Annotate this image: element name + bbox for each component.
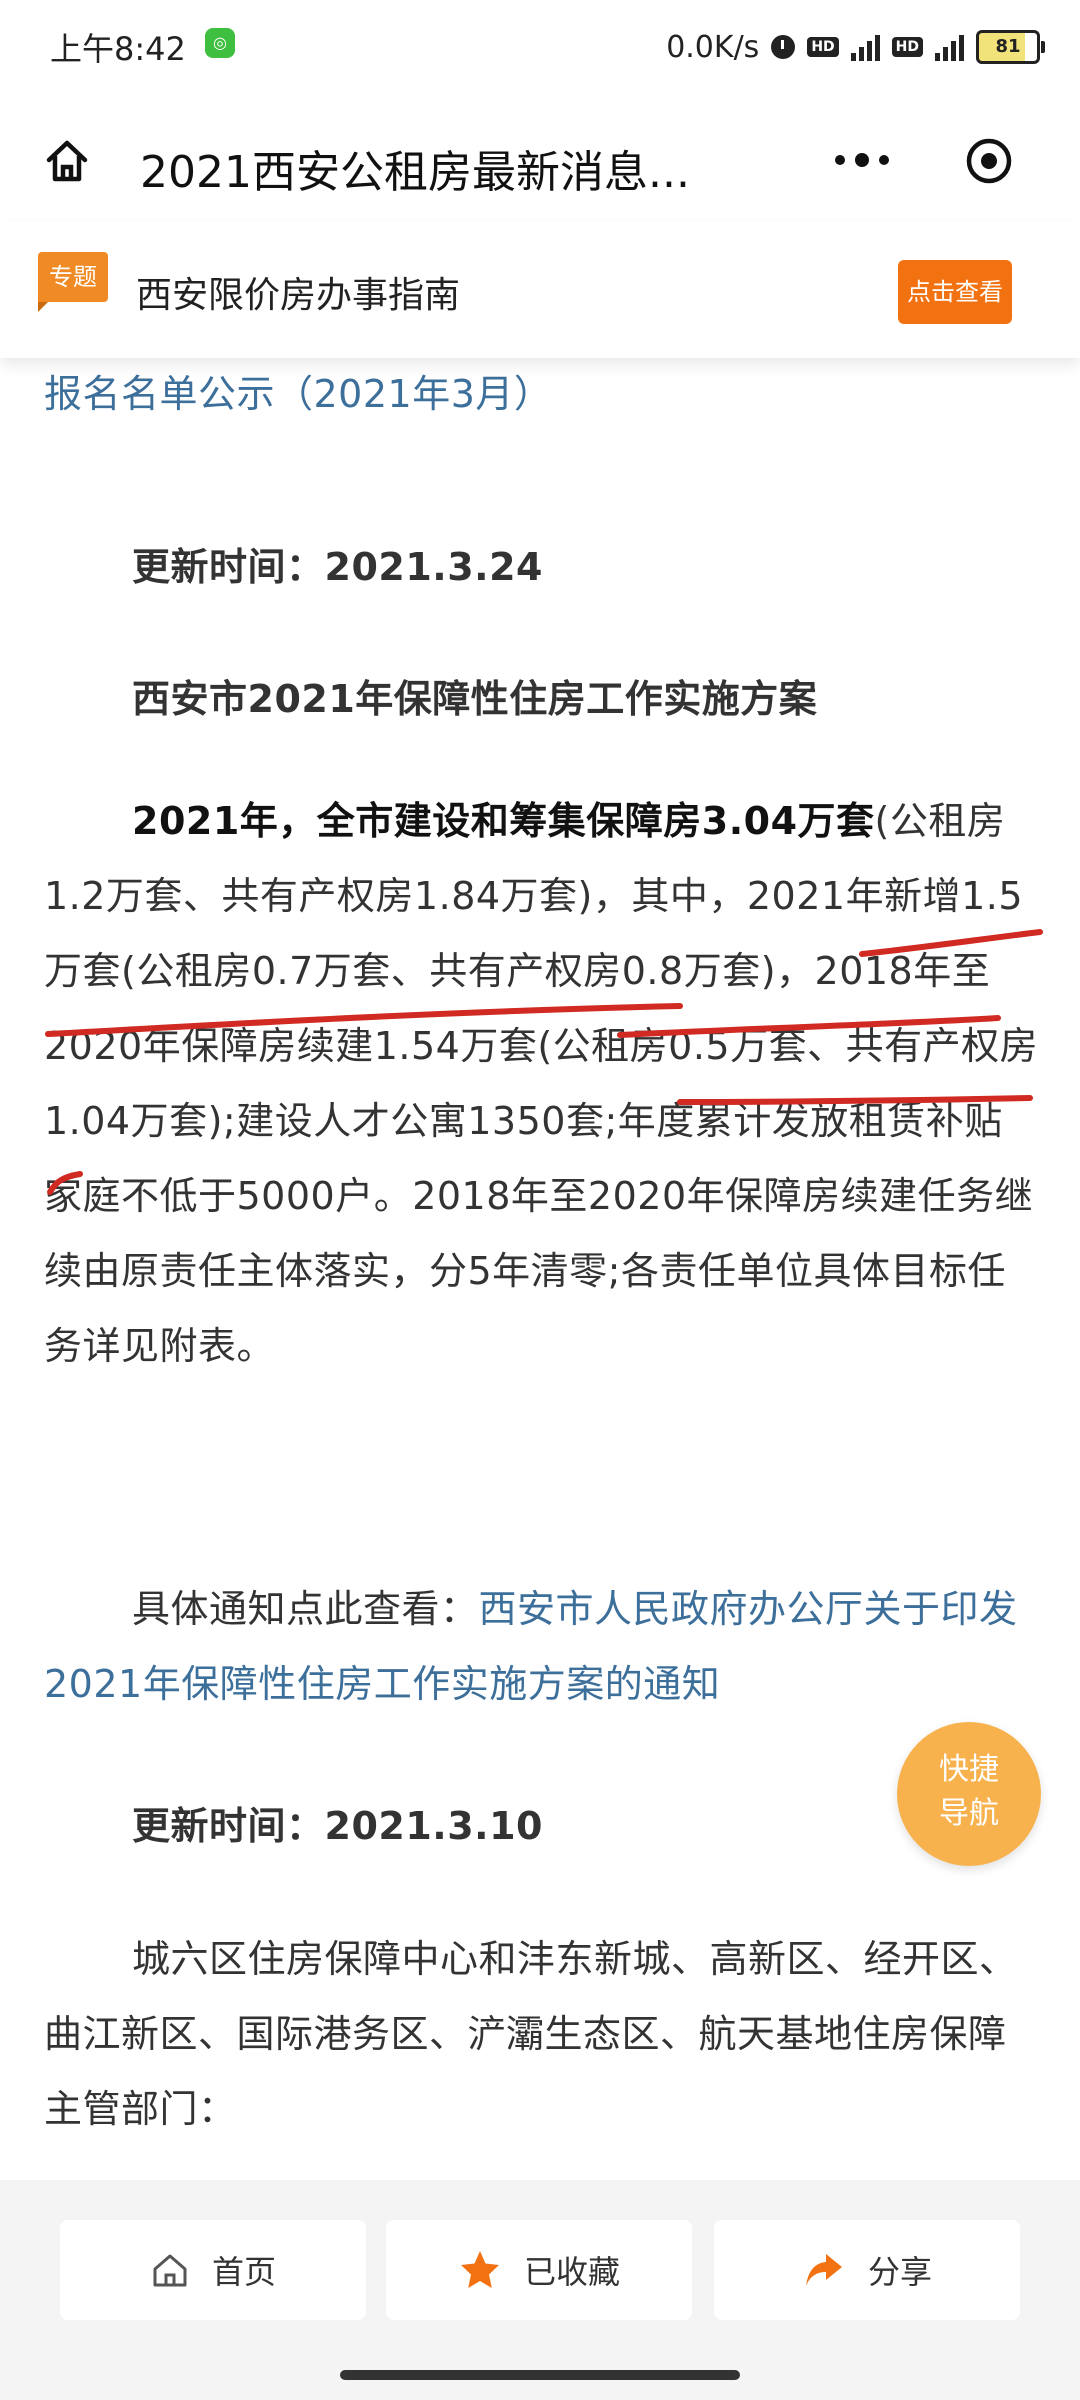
hd-icon: HD	[807, 37, 839, 57]
status-bar: 上午8:42 ◎ 0.0K/s HD HD 81	[0, 0, 1080, 100]
battery-icon: 81	[976, 30, 1045, 64]
article-paragraph-last: 城六区住房保障中心和沣东新城、高新区、经开区、曲江新区、国际港务区、浐灞生态区、…	[44, 1937, 1018, 2131]
share-label: 分享	[867, 2253, 932, 2291]
app-notification-icon: ◎	[205, 28, 235, 58]
more-icon[interactable]	[835, 145, 907, 175]
favorite-label: 已收藏	[523, 2253, 620, 2291]
topic-banner[interactable]: 专题 西安限价房办事指南 点击查看	[0, 222, 1080, 358]
view-topic-button[interactable]: 点击查看	[898, 260, 1012, 324]
favorite-button[interactable]: 已收藏	[386, 2220, 692, 2320]
net-speed: 0.0K/s	[666, 29, 760, 65]
status-icons: 0.0K/s HD HD 81	[666, 22, 1045, 72]
topic-tag: 专题	[38, 252, 108, 312]
update-time-2: 更新时间：2021.3.10	[132, 1804, 543, 1848]
alarm-icon	[771, 35, 796, 59]
home-indicator[interactable]	[340, 2370, 740, 2380]
quick-nav-label-2: 导航	[939, 1796, 999, 1831]
hd-icon-2: HD	[891, 37, 923, 57]
home-outline-icon	[153, 2254, 187, 2287]
red-underline-annotations	[45, 929, 1043, 1195]
bottom-action-bar: 首页 已收藏 分享	[0, 2180, 1080, 2400]
nav-bar: 2021西安公租房最新消息...	[0, 100, 1080, 222]
home-label: 首页	[211, 2253, 276, 2291]
battery-level: 81	[995, 36, 1021, 57]
share-button[interactable]: 分享	[714, 2220, 1020, 2320]
signal-5g-icon	[850, 33, 880, 61]
notice-prefix: 具体通知点此查看：	[132, 1587, 479, 1631]
topic-title: 西安限价房办事指南	[136, 275, 461, 316]
star-icon	[460, 2251, 499, 2288]
clock: 上午8:42	[50, 30, 186, 68]
share-icon	[805, 2254, 842, 2286]
quick-nav-button[interactable]: 快捷 导航	[897, 1722, 1041, 1866]
page-title: 2021西安公租房最新消息...	[140, 147, 690, 198]
notice-paragraph: 具体通知点此查看：西安市人民政府办公厅关于印发2021年保障性住房工作实施方案的…	[44, 1572, 1040, 1722]
home-icon[interactable]	[44, 138, 90, 184]
quick-nav-label-1: 快捷	[939, 1752, 999, 1787]
close-miniprogram-icon[interactable]	[965, 137, 1013, 185]
article-content: 具体名单可点此查看：户县村等3个公共租赁住房小区摇号报名名单公示（2021年3月…	[0, 322, 1080, 2162]
home-button[interactable]: 首页	[60, 2220, 366, 2320]
signal-4g-icon	[935, 33, 964, 61]
